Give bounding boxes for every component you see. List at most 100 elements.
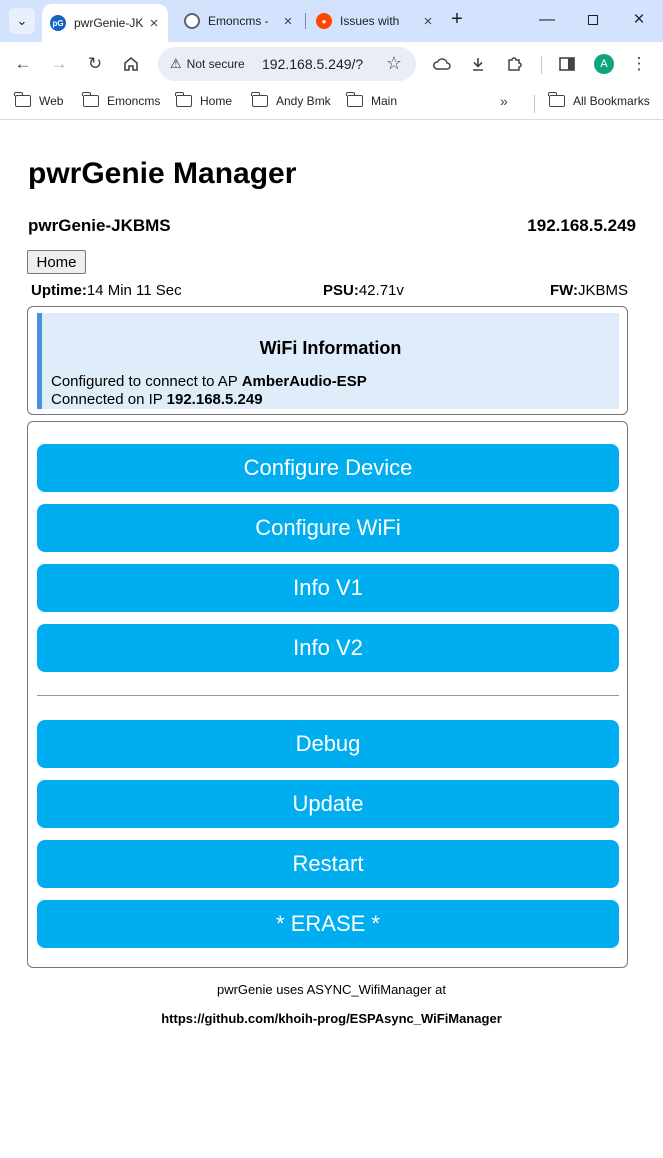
footer-text: pwrGenie uses ASYNC_WifiManager at (216, 982, 447, 997)
tab-title: Emoncms - (208, 14, 269, 28)
forward-button[interactable]: → (46, 51, 72, 77)
wifi-ip: 192.168.5.249 (166, 391, 263, 408)
folder-icon (346, 92, 363, 107)
bookmark-label: Web (39, 94, 64, 108)
folder-icon (251, 92, 268, 107)
bookmark-home[interactable]: Home (175, 92, 233, 108)
uptime-label: Uptime: (31, 282, 87, 299)
bookmarks-bar: Web Emoncms Home Andy Bmk Main » All Boo… (0, 86, 663, 120)
bookmark-emoncms[interactable]: Emoncms (82, 92, 161, 108)
fw-label: FW: (550, 282, 579, 299)
all-bookmarks[interactable]: All Bookmarks (548, 92, 650, 108)
page-content: pwrGenie Manager pwrGenie-JKBMS 192.168.… (0, 121, 663, 1158)
close-window-button[interactable]: × (616, 6, 662, 34)
bookmark-label: Home (200, 94, 233, 108)
new-tab-button[interactable]: + (446, 9, 468, 31)
tab-pwrgenie[interactable]: pG pwrGenie-JK × (42, 4, 168, 42)
fw-value: JKBMS (578, 282, 629, 299)
folder-icon (14, 92, 31, 107)
update-button[interactable]: Update (37, 780, 619, 828)
close-icon[interactable]: × (280, 13, 296, 30)
profile-avatar[interactable]: A (594, 54, 614, 74)
bookmarks-divider (534, 95, 535, 113)
chevron-down-icon: ⌄ (16, 13, 28, 28)
wifi-configured-text: Configured to connect to AP (51, 373, 242, 390)
bookmark-web[interactable]: Web (14, 92, 64, 108)
browser-toolbar: ← → ↻ ⚠ Not secure 192.168.5.249/? ☆ A ⋮ (0, 42, 663, 86)
info-v1-button[interactable]: Info V1 (37, 564, 619, 612)
wifi-configured-line: Configured to connect to AP AmberAudio-E… (51, 373, 367, 390)
restart-button[interactable]: Restart (37, 840, 619, 888)
downloads-button[interactable] (465, 51, 491, 77)
tab-search-button[interactable]: ⌄ (9, 8, 35, 34)
device-name: pwrGenie-JKBMS (28, 216, 171, 235)
reload-icon: ↻ (87, 54, 103, 73)
wifi-panel: WiFi Information Configured to connect t… (27, 306, 628, 415)
actions-panel: Configure Device Configure WiFi Info V1 … (27, 421, 628, 968)
pwrgenie-favicon-icon: pG (50, 15, 66, 31)
folder-icon (175, 92, 192, 107)
psu-value: 42.71v (358, 282, 404, 299)
maximize-icon (588, 15, 598, 25)
folder-icon (82, 92, 99, 107)
minimize-button[interactable]: — (524, 6, 570, 34)
info-v2-button[interactable]: Info V2 (37, 624, 619, 672)
menu-button[interactable]: ⋮ (626, 51, 652, 77)
bookmark-andy-bmk[interactable]: Andy Bmk (251, 92, 331, 108)
section-divider (37, 695, 619, 696)
toolbar-divider (541, 56, 542, 74)
url-text[interactable]: 192.168.5.249/? (262, 56, 363, 72)
security-chip[interactable]: ⚠ Not secure (164, 52, 253, 76)
address-bar[interactable]: ⚠ Not secure 192.168.5.249/? ☆ (158, 47, 416, 81)
uptime-value: 14 Min 11 Sec (86, 282, 182, 299)
warning-triangle-icon: ⚠ (170, 56, 182, 71)
reddit-icon: ● (316, 13, 332, 29)
page-title: pwrGenie Manager (28, 157, 297, 190)
extensions-button[interactable] (501, 51, 527, 77)
more-bookmarks-icon[interactable]: » (500, 93, 508, 109)
footer-link[interactable]: https://github.com/khoih-prog/ESPAsync_W… (0, 1011, 663, 1026)
fw-stat: FW:JKBMS (550, 282, 628, 299)
tab-strip: ⌄ pG pwrGenie-JK × Emoncms - × ● Issues … (0, 0, 663, 42)
cloud-button[interactable] (429, 51, 455, 77)
configure-device-button[interactable]: Configure Device (37, 444, 619, 492)
forward-arrow-icon: → (50, 54, 68, 73)
bookmark-main[interactable]: Main (346, 92, 398, 108)
side-panel-icon (559, 57, 575, 71)
erase-button[interactable]: * ERASE * (37, 900, 619, 948)
wifi-connected-text: Connected on IP (51, 391, 167, 408)
configure-wifi-button[interactable]: Configure WiFi (37, 504, 619, 552)
bookmark-star-icon[interactable]: ☆ (386, 53, 402, 74)
cloud-icon (433, 58, 451, 70)
tab-issues[interactable]: ● Issues with × (308, 6, 442, 36)
wifi-info-box: WiFi Information Configured to connect t… (37, 313, 619, 409)
reload-button[interactable]: ↻ (82, 51, 108, 77)
download-icon (473, 58, 483, 71)
bookmark-label: Main (371, 94, 398, 108)
wifi-ap-name: AmberAudio-ESP (241, 373, 367, 390)
bookmark-label: Andy Bmk (276, 94, 331, 108)
close-icon[interactable]: × (146, 15, 162, 32)
device-ip: 192.168.5.249 (527, 216, 636, 235)
bookmark-label: Emoncms (107, 94, 161, 108)
home-browser-button[interactable] (118, 51, 144, 77)
tab-title: pwrGenie-JK (74, 16, 144, 30)
back-arrow-icon: ← (14, 54, 32, 73)
wifi-info-title: WiFi Information (259, 338, 402, 358)
tab-emoncms[interactable]: Emoncms - × (176, 6, 302, 36)
home-button[interactable]: Home (27, 250, 86, 274)
maximize-button[interactable] (570, 6, 616, 34)
wifi-connected-line: Connected on IP 192.168.5.249 (51, 391, 263, 408)
all-bookmarks-label: All Bookmarks (573, 94, 650, 108)
back-button[interactable]: ← (10, 51, 36, 77)
folder-icon (548, 92, 565, 107)
kebab-menu-icon: ⋮ (630, 54, 648, 73)
security-label: Not secure (186, 57, 245, 71)
close-icon[interactable]: × (420, 13, 436, 30)
debug-button[interactable]: Debug (37, 720, 619, 768)
tab-title: Issues with (340, 14, 400, 28)
tab-separator (305, 13, 306, 29)
uptime-stat: Uptime:14 Min 11 Sec (31, 282, 182, 299)
side-panel-button[interactable] (554, 51, 580, 77)
psu-label: PSU: (323, 282, 359, 299)
